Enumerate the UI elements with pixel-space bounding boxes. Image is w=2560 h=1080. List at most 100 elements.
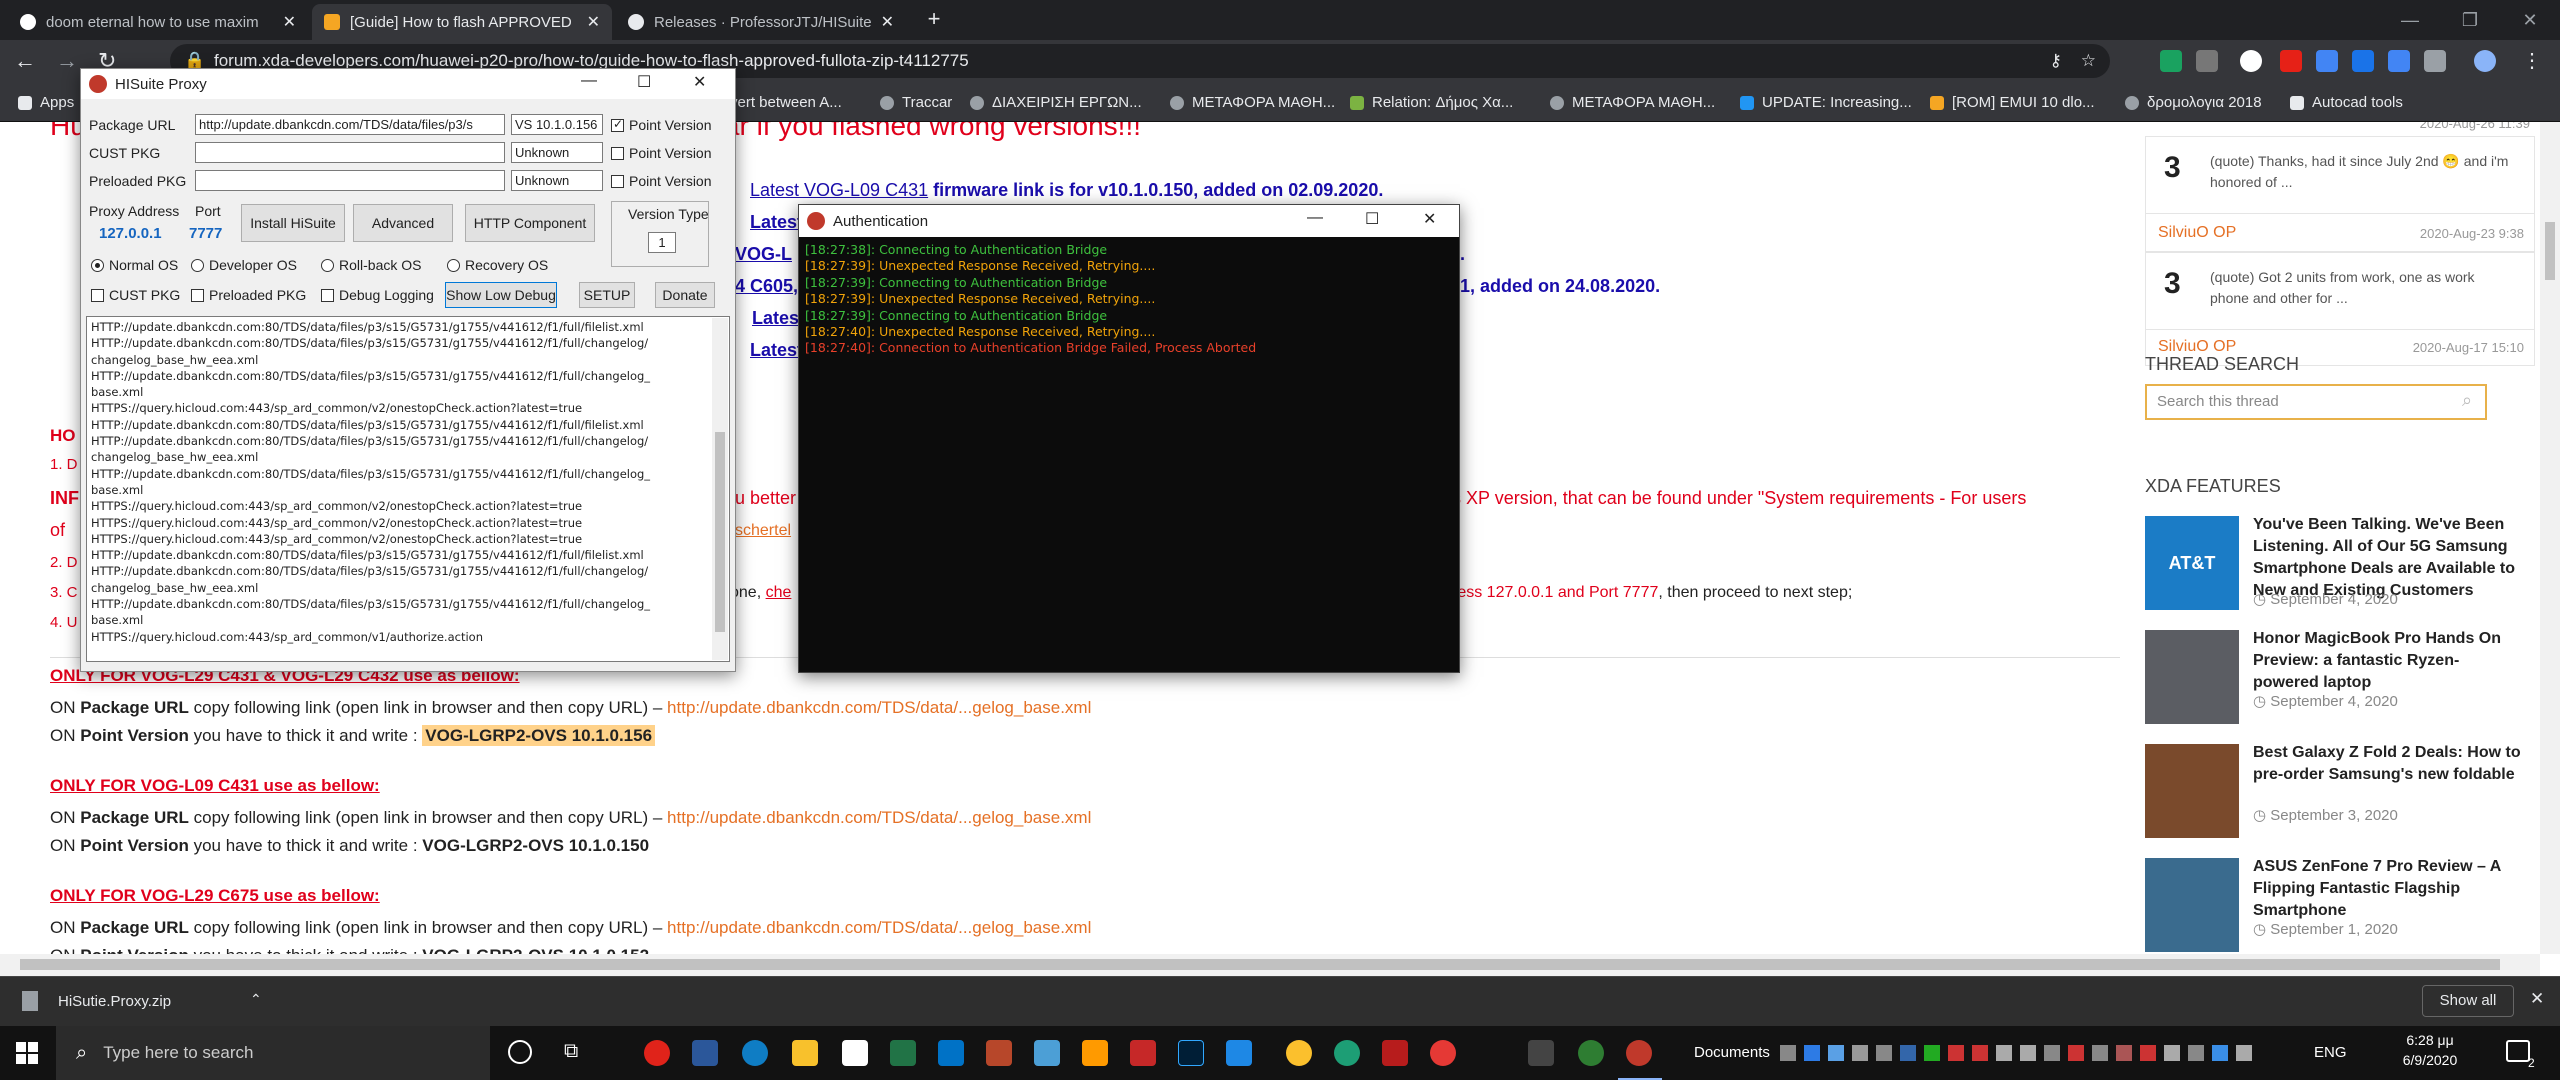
info-link[interactable]: schertel bbox=[735, 522, 791, 540]
extension-icon[interactable] bbox=[2352, 50, 2374, 72]
notepad-icon[interactable] bbox=[842, 1040, 868, 1066]
firmware-link[interactable]: VOG-L bbox=[735, 244, 792, 265]
close-icon[interactable]: ✕ bbox=[587, 12, 600, 32]
install-hisuite-button[interactable]: Install HiSuite bbox=[241, 204, 345, 242]
point-version-checkbox[interactable]: Point Version bbox=[611, 173, 712, 189]
feature-title[interactable]: Honor MagicBook Pro Hands On Preview: a … bbox=[2253, 628, 2523, 694]
package-version-input[interactable]: VS 10.1.0.156 bbox=[511, 114, 603, 135]
extension-icon[interactable] bbox=[2160, 50, 2182, 72]
bookmark[interactable]: Autocad tools bbox=[2290, 94, 2403, 111]
close-icon[interactable]: ✕ bbox=[2530, 989, 2544, 1009]
radio-normal-os[interactable]: Normal OS bbox=[91, 257, 178, 273]
app-icon[interactable] bbox=[1334, 1040, 1360, 1066]
documents-toolbar[interactable]: Documents bbox=[1694, 1044, 1770, 1061]
drive-icon[interactable] bbox=[2316, 50, 2338, 72]
checkbox[interactable] bbox=[91, 289, 104, 302]
checkbox-checked[interactable] bbox=[611, 117, 624, 132]
feature-thumbnail[interactable] bbox=[2145, 744, 2239, 838]
firmware-url-link[interactable]: http://update.dbankcdn.com/TDS/data/...g… bbox=[667, 698, 1091, 717]
thread-search-input[interactable]: Search this thread bbox=[2145, 384, 2487, 420]
acrobat-icon[interactable] bbox=[1130, 1040, 1156, 1066]
app-icon[interactable] bbox=[1034, 1040, 1060, 1066]
feature-title[interactable]: ASUS ZenFone 7 Pro Review – A Flipping F… bbox=[2253, 856, 2523, 922]
close-icon[interactable]: ✕ bbox=[283, 12, 296, 32]
translate-icon[interactable] bbox=[2388, 50, 2410, 72]
preloaded-pkg-input[interactable] bbox=[195, 170, 505, 191]
maximize-button[interactable]: ❐ bbox=[2440, 0, 2500, 40]
post-user[interactable]: SilviuO OP bbox=[2158, 224, 2236, 242]
app-icon[interactable] bbox=[1430, 1040, 1456, 1066]
setup-button[interactable]: SETUP bbox=[579, 282, 635, 308]
feature-thumbnail[interactable] bbox=[2145, 858, 2239, 952]
firmware-link[interactable]: Latest VOG-L09 C431 bbox=[750, 180, 928, 200]
firmware-url-link[interactable]: http://update.dbankcdn.com/TDS/data/...g… bbox=[667, 808, 1091, 827]
maximize-button[interactable]: ☐ bbox=[1365, 209, 1379, 229]
radio[interactable] bbox=[321, 259, 334, 272]
extension-icon[interactable] bbox=[2196, 50, 2218, 72]
firmware-link[interactable]: Latest bbox=[750, 212, 803, 233]
tab-guide[interactable]: [Guide] How to flash APPROVED ✕ bbox=[312, 4, 612, 40]
horizontal-scrollbar[interactable] bbox=[0, 954, 2540, 976]
thread-post[interactable]: 3 (quote) Got 2 units from work, one as … bbox=[2145, 252, 2535, 330]
notification-icon[interactable] bbox=[2506, 1040, 2530, 1062]
language-indicator[interactable]: ENG bbox=[2314, 1044, 2347, 1061]
feature-article[interactable]: AT&T You've Been Talking. We've Been List… bbox=[2145, 508, 2535, 612]
opera-icon[interactable] bbox=[644, 1040, 670, 1066]
checkbox[interactable] bbox=[611, 175, 624, 188]
cortana-icon[interactable] bbox=[508, 1040, 532, 1064]
show-low-debug-button[interactable]: Show Low Debug bbox=[445, 282, 557, 308]
download-filename[interactable]: HiSutie.Proxy.zip bbox=[58, 993, 171, 1010]
forward-arrow-icon[interactable]: → bbox=[56, 48, 78, 74]
close-button[interactable]: ✕ bbox=[1423, 209, 1436, 229]
minimize-button[interactable]: — bbox=[1307, 209, 1323, 227]
radio[interactable] bbox=[191, 259, 204, 272]
feature-article[interactable]: Honor MagicBook Pro Hands On Preview: a … bbox=[2145, 622, 2535, 726]
app-icon[interactable] bbox=[1528, 1040, 1554, 1066]
star-icon[interactable]: ☆ bbox=[2081, 44, 2096, 78]
photoshop-icon[interactable] bbox=[1178, 1040, 1204, 1066]
bookmark[interactable]: ΜΕΤΑΦΟΡΑ ΜΑΘΗ... bbox=[1170, 94, 1335, 111]
preloaded-version-input[interactable]: Unknown bbox=[511, 170, 603, 191]
tab-releases[interactable]: Releases · ProfessorJTJ/HISuite-P ✕ bbox=[616, 4, 906, 40]
version-type-input[interactable]: 1 bbox=[648, 232, 676, 253]
debug-logging-checkbox[interactable]: Debug Logging bbox=[321, 287, 434, 303]
key-icon[interactable]: ⚷ bbox=[2050, 44, 2062, 78]
bookmark[interactable]: δρομολογια 2018 bbox=[2125, 94, 2262, 111]
feature-thumbnail[interactable]: AT&T bbox=[2145, 516, 2239, 610]
minimize-button[interactable]: — bbox=[2380, 0, 2440, 40]
excel-icon[interactable] bbox=[890, 1040, 916, 1066]
minimize-button[interactable]: — bbox=[581, 72, 597, 90]
feature-article[interactable]: ASUS ZenFone 7 Pro Review – A Flipping F… bbox=[2145, 850, 2535, 954]
app-icon[interactable] bbox=[1382, 1040, 1408, 1066]
step-3-link[interactable]: che bbox=[766, 584, 792, 601]
bookmark[interactable]: UPDATE: Increasing... bbox=[1740, 94, 1912, 111]
scrollbar-thumb[interactable] bbox=[2545, 222, 2555, 280]
chrome-icon[interactable] bbox=[1286, 1040, 1312, 1066]
task-view-icon[interactable]: ⧉ bbox=[564, 1040, 578, 1063]
bookmark[interactable]: ΔΙΑΧΕΙΡΙΣΗ ΕΡΓΩΝ... bbox=[970, 94, 1142, 111]
windows-start-icon[interactable] bbox=[16, 1042, 38, 1064]
scrollbar-thumb[interactable] bbox=[20, 959, 2500, 970]
cust-version-input[interactable]: Unknown bbox=[511, 142, 603, 163]
puzzle-icon[interactable] bbox=[2424, 50, 2446, 72]
search-icon[interactable]: ⌕ bbox=[2462, 390, 2472, 411]
scrollbar-thumb[interactable] bbox=[715, 432, 725, 632]
package-url-input[interactable]: http://update.dbankcdn.com/TDS/data/file… bbox=[195, 114, 505, 135]
illustrator-icon[interactable] bbox=[1082, 1040, 1108, 1066]
firmware-link[interactable]: 4 C605, bbox=[735, 276, 798, 297]
checkbox[interactable] bbox=[321, 289, 334, 302]
word-icon[interactable] bbox=[692, 1040, 718, 1066]
donate-button[interactable]: Donate bbox=[655, 282, 715, 308]
feature-article[interactable]: Best Galaxy Z Fold 2 Deals: How to pre-o… bbox=[2145, 736, 2535, 840]
chevron-up-icon[interactable]: ⌃ bbox=[250, 991, 262, 1008]
app-icon[interactable] bbox=[1578, 1040, 1604, 1066]
menu-icon[interactable]: ⋮ bbox=[2522, 48, 2542, 73]
point-version-checkbox[interactable]: Point Version bbox=[611, 145, 712, 161]
outlook-icon[interactable] bbox=[938, 1040, 964, 1066]
radio-recovery-os[interactable]: Recovery OS bbox=[447, 257, 548, 273]
radio-selected[interactable] bbox=[91, 259, 104, 272]
firmware-link[interactable]: Latest bbox=[750, 340, 803, 361]
new-tab-button[interactable]: + bbox=[920, 6, 948, 34]
bookmark-apps[interactable]: Apps bbox=[18, 94, 74, 111]
maximize-button[interactable]: ☐ bbox=[637, 72, 651, 92]
